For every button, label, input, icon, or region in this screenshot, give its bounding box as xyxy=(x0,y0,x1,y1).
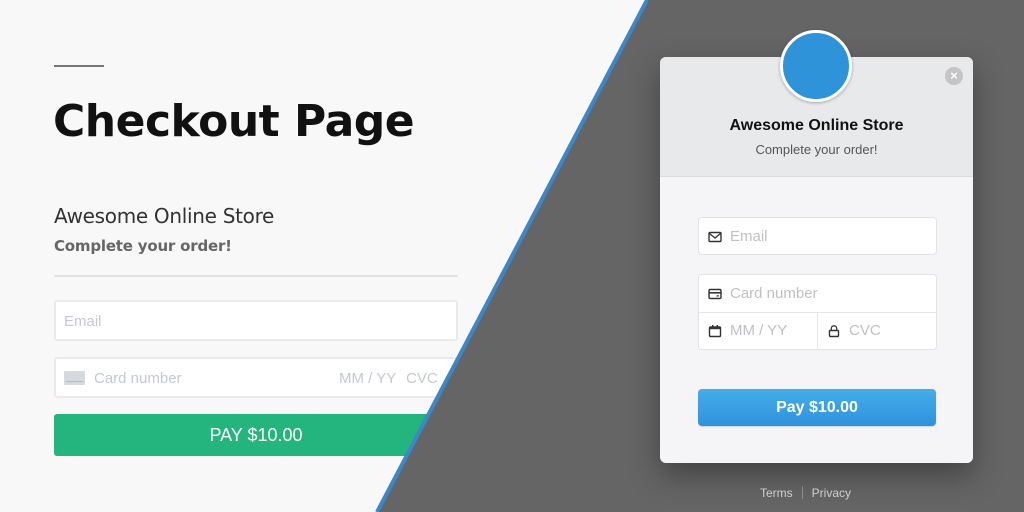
modal-cvc-field[interactable]: CVC xyxy=(818,313,936,349)
card-field[interactable]: Card number MM / YY CVC xyxy=(54,357,458,398)
page-title: Checkout Page xyxy=(53,96,415,147)
checkout-modal: Awesome Online Store Complete your order… xyxy=(660,30,973,463)
modal-cvc-placeholder: CVC xyxy=(849,322,881,339)
modal-store-name: Awesome Online Store xyxy=(729,117,904,134)
credit-card-icon xyxy=(708,288,722,300)
store-subtitle: Complete your order! xyxy=(54,237,232,255)
cvc-placeholder: CVC xyxy=(406,370,438,387)
modal-pay-button[interactable]: Pay $10.00 xyxy=(698,389,936,426)
footer-links: Terms Privacy xyxy=(760,486,851,500)
email-field[interactable]: Email xyxy=(54,300,458,341)
card-number-placeholder: Card number xyxy=(94,370,182,387)
expiry-placeholder: MM / YY xyxy=(339,370,397,387)
lock-icon xyxy=(828,325,840,338)
modal-email-placeholder: Email xyxy=(730,228,768,245)
footer-separator xyxy=(801,486,803,499)
modal-card-number-placeholder: Card number xyxy=(730,285,818,302)
store-name: Awesome Online Store xyxy=(54,204,275,228)
credit-card-icon xyxy=(64,371,85,385)
mail-icon xyxy=(708,231,722,243)
modal-expiry-field[interactable]: MM / YY xyxy=(699,313,818,349)
close-icon[interactable]: × xyxy=(945,67,963,85)
divider xyxy=(54,275,458,277)
modal-email-field[interactable]: Email xyxy=(698,217,937,255)
calendar-icon xyxy=(708,325,722,338)
store-logo xyxy=(780,30,852,102)
terms-link[interactable]: Terms xyxy=(760,486,793,500)
email-placeholder: Email xyxy=(64,313,102,330)
privacy-link[interactable]: Privacy xyxy=(812,486,851,500)
modal-expiry-placeholder: MM / YY xyxy=(730,322,788,339)
pay-button[interactable]: PAY $10.00 xyxy=(54,414,458,456)
modal-card-group: Card number MM / YY CVC xyxy=(698,274,937,350)
modal-subtitle: Complete your order! xyxy=(755,142,878,157)
modal-card-number-field[interactable]: Card number xyxy=(699,275,936,313)
title-rule xyxy=(54,65,104,67)
